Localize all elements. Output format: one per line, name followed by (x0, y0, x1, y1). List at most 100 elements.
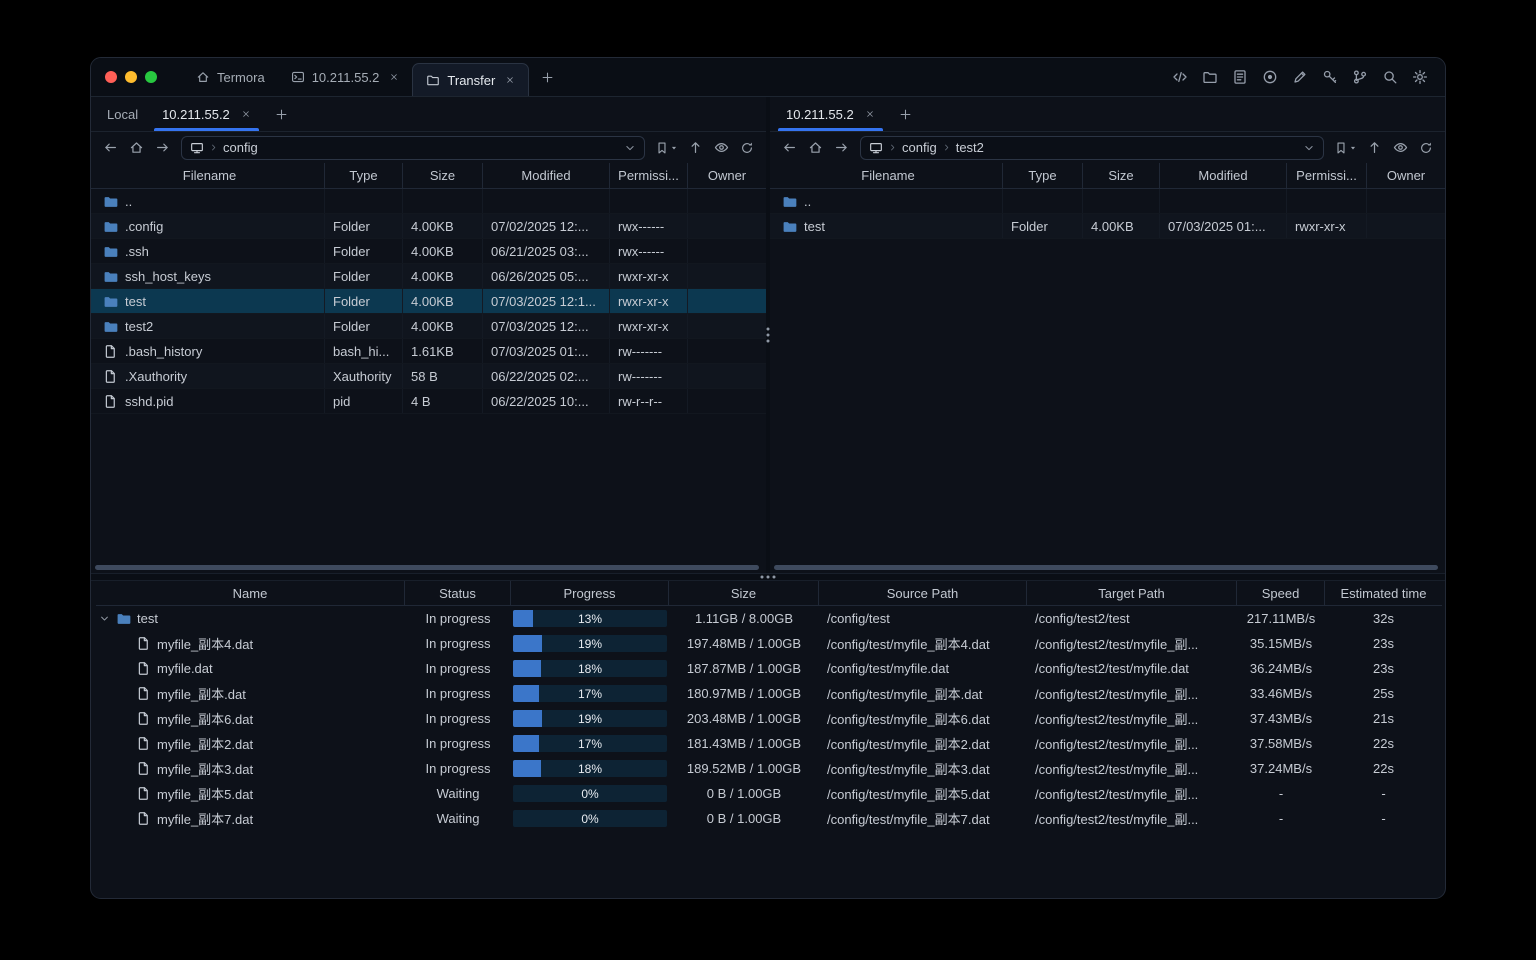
app-tab-10-211-55-2[interactable]: 10.211.55.2 (278, 58, 413, 96)
back-button[interactable] (776, 136, 802, 160)
up-button[interactable] (1361, 136, 1387, 160)
file-row[interactable]: .Xauthority Xauthority 58 B 06/22/2025 02:.… (91, 364, 766, 389)
file-row[interactable]: .. (770, 189, 1445, 214)
file-row[interactable]: test Folder 4.00KB 07/03/2025 01:... rwxr-xr… (770, 214, 1445, 239)
record-button[interactable] (1261, 68, 1279, 86)
transfer-row[interactable]: myfile_副本7.dat Waiting 0% 0 B / 1.00GB/conf… (96, 806, 1442, 831)
column-header-size[interactable]: Size (669, 581, 819, 605)
bookmark-button[interactable] (1330, 136, 1361, 160)
refresh-button[interactable] (734, 136, 760, 160)
zoom-button[interactable] (145, 71, 157, 83)
refresh-button[interactable] (1413, 136, 1439, 160)
settings-button[interactable] (1411, 68, 1429, 86)
up-button[interactable] (682, 136, 708, 160)
path-bar[interactable]: config test2 (860, 135, 1324, 160)
column-header-source-path[interactable]: Source Path (819, 581, 1027, 605)
column-header-filename[interactable]: Filename (774, 163, 1003, 188)
file-row[interactable]: test Folder 4.00KB 07/03/2025 12:1... rwxr-x… (91, 289, 766, 314)
column-header-type[interactable]: Type (325, 163, 403, 188)
column-header-size[interactable]: Size (1083, 163, 1160, 188)
transfer-row[interactable]: myfile_副本.dat In progress 17% 180.97MB / 1.… (96, 681, 1442, 706)
close-button[interactable] (105, 71, 117, 83)
app-tab-label: 10.211.55.2 (311, 69, 380, 85)
chevron-down-icon[interactable] (624, 142, 636, 154)
bookmark-button[interactable] (651, 136, 682, 160)
pane-tab-10-211-55-2[interactable]: 10.211.55.2 (150, 97, 263, 131)
pane-tab-local[interactable]: Local (95, 97, 150, 131)
pane-tab-10-211-55-2[interactable]: 10.211.55.2 (774, 97, 887, 131)
minimize-button[interactable] (125, 71, 137, 83)
file-row[interactable]: .. (91, 189, 766, 214)
forward-button[interactable] (149, 136, 175, 160)
file-row[interactable]: sshd.pid pid 4 B 06/22/2025 10:... rw-r--r-- (91, 389, 766, 414)
breadcrumb-segment[interactable]: test2 (956, 140, 984, 155)
new-tab-button[interactable] (529, 58, 566, 96)
edit-button[interactable] (1291, 68, 1309, 86)
owner-cell (1367, 189, 1445, 213)
transfer-row[interactable]: myfile.dat In progress 18% 187.87MB / 1.00G… (96, 656, 1442, 681)
column-header-modified[interactable]: Modified (1160, 163, 1287, 188)
horizontal-scrollbar[interactable] (774, 565, 1438, 570)
column-header-filename[interactable]: Filename (95, 163, 325, 188)
new-pane-tab-button[interactable] (263, 97, 300, 131)
file-row[interactable]: .bash_history bash_hi... 1.61KB 07/03/2025 … (91, 339, 766, 364)
close-icon[interactable] (241, 109, 251, 119)
code-button[interactable] (1171, 68, 1189, 86)
column-header-status[interactable]: Status (405, 581, 511, 605)
column-header-name[interactable]: Name (96, 581, 405, 605)
transfer-row[interactable]: myfile_副本4.dat In progress 19% 197.48MB / 1… (96, 631, 1442, 656)
search-button[interactable] (1381, 68, 1399, 86)
app-tab-termora[interactable]: Termora (183, 58, 278, 96)
traffic-lights (105, 58, 157, 96)
path-bar[interactable]: config (181, 135, 645, 160)
column-header-type[interactable]: Type (1003, 163, 1083, 188)
column-header-estimated-time[interactable]: Estimated time (1325, 581, 1442, 605)
chevron-down-icon[interactable] (99, 613, 110, 624)
transfer-row[interactable]: myfile_副本5.dat Waiting 0% 0 B / 1.00GB/conf… (96, 781, 1442, 806)
transfer-row[interactable]: myfile_副本6.dat In progress 19% 203.48MB / 1… (96, 706, 1442, 731)
transfer-row[interactable]: myfile_副本2.dat In progress 17% 181.43MB / 1… (96, 731, 1442, 756)
toggle-hidden-button[interactable] (708, 136, 734, 160)
app-tab-transfer[interactable]: Transfer (412, 63, 530, 96)
file-row[interactable]: ssh_host_keys Folder 4.00KB 06/26/2025 05:.… (91, 264, 766, 289)
file-row[interactable]: .ssh Folder 4.00KB 06/21/2025 03:... rwx----… (91, 239, 766, 264)
close-icon[interactable] (865, 109, 875, 119)
eta-cell: - (1381, 786, 1386, 801)
file-row[interactable]: test2 Folder 4.00KB 07/03/2025 12:... rwxr-x… (91, 314, 766, 339)
horizontal-scrollbar[interactable] (95, 565, 759, 570)
branch-button[interactable] (1351, 68, 1369, 86)
progress-bar: 19% (513, 710, 667, 727)
column-header-target-path[interactable]: Target Path (1027, 581, 1237, 605)
column-header-progress[interactable]: Progress (511, 581, 669, 605)
back-button[interactable] (97, 136, 123, 160)
column-header-owner[interactable]: Owner (688, 163, 766, 188)
toggle-hidden-button[interactable] (1387, 136, 1413, 160)
close-icon[interactable] (505, 75, 515, 85)
transfer-row[interactable]: test In progress 13% 1.11GB / 8.00GB/config… (96, 606, 1442, 631)
column-header-owner[interactable]: Owner (1367, 163, 1445, 188)
modified-cell: 06/21/2025 03:... (483, 239, 610, 263)
home-button[interactable] (123, 136, 149, 160)
column-header-permissi[interactable]: Permissi... (610, 163, 688, 188)
folder-button[interactable] (1201, 68, 1219, 86)
column-header-modified[interactable]: Modified (483, 163, 610, 188)
transfer-name: myfile_副本3.dat (157, 762, 254, 777)
breadcrumb-segment[interactable]: config (223, 140, 258, 155)
file-row[interactable]: .config Folder 4.00KB 07/02/2025 12:... rwx-… (91, 214, 766, 239)
column-header-size[interactable]: Size (403, 163, 483, 188)
forward-button[interactable] (828, 136, 854, 160)
chevron-down-icon[interactable] (1303, 142, 1315, 154)
column-header-speed[interactable]: Speed (1237, 581, 1325, 605)
transfer-row[interactable]: myfile_副本3.dat In progress 18% 189.52MB / 1… (96, 756, 1442, 781)
pane-tab-bar: Local 10.211.55.2 (91, 97, 766, 132)
horizontal-splitter[interactable] (91, 573, 1445, 581)
speed-cell: 217.11MB/s (1246, 611, 1316, 626)
breadcrumb-segment[interactable]: config (902, 140, 937, 155)
file-table-header: Filename Type Size Modified Permissi... Owner (770, 163, 1445, 189)
home-button[interactable] (802, 136, 828, 160)
new-pane-tab-button[interactable] (887, 97, 924, 131)
close-icon[interactable] (389, 72, 399, 82)
key-button[interactable] (1321, 68, 1339, 86)
log-button[interactable] (1231, 68, 1249, 86)
column-header-permissi[interactable]: Permissi... (1287, 163, 1367, 188)
